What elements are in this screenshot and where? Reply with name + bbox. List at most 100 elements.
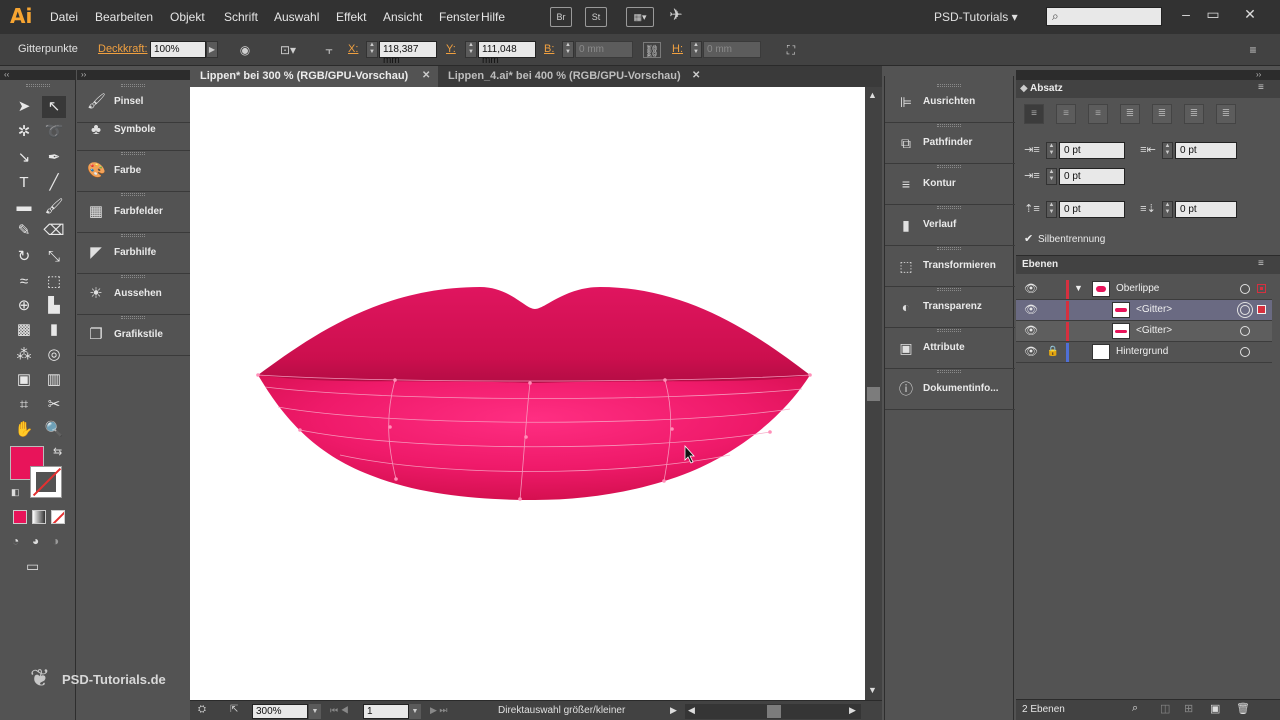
- draw-behind-icon[interactable]: ◕: [32, 534, 39, 548]
- none-mode-button[interactable]: [51, 510, 65, 524]
- layer-row[interactable]: 👁 ▼ Oberlippe: [1016, 279, 1272, 300]
- new-layer-icon[interactable]: ▣: [1210, 702, 1220, 715]
- curvature-tool-icon[interactable]: ↘: [12, 147, 36, 169]
- width-field[interactable]: 0 mm: [575, 41, 633, 58]
- right-indent-stepper[interactable]: ▲ ▼: [1162, 142, 1173, 159]
- y-field[interactable]: 111,048 mm: [478, 41, 536, 66]
- zoom-dropdown-icon[interactable]: ▼: [309, 704, 321, 719]
- opacity-field[interactable]: 100%: [150, 41, 206, 58]
- draw-normal-icon[interactable]: ◔: [12, 534, 19, 548]
- panel-attribute[interactable]: ▣ Attribute: [885, 328, 1015, 369]
- selection-indicator[interactable]: [1257, 284, 1266, 293]
- menu-objekt[interactable]: Objekt: [170, 10, 205, 24]
- close-icon[interactable]: ✕: [422, 70, 430, 81]
- artboard-dropdown-icon[interactable]: ▼: [409, 704, 421, 719]
- space-after-field[interactable]: 0 pt: [1175, 201, 1237, 218]
- screen-mode-icon[interactable]: ▭: [26, 558, 39, 575]
- gradient-tool-icon[interactable]: ▮: [42, 319, 66, 341]
- layer-name[interactable]: Oberlippe: [1116, 283, 1159, 294]
- artboard-field[interactable]: 1: [363, 704, 409, 719]
- menu-effekt[interactable]: Effekt: [336, 10, 366, 24]
- color-mode-button[interactable]: [13, 510, 27, 524]
- panel-farbhilfe[interactable]: ◤ Farbhilfe: [77, 233, 190, 274]
- tab-lippen-4[interactable]: Lippen_4.ai* bei 400 % (RGB/GPU-Vorschau…: [438, 66, 708, 87]
- stroke-color-swatch[interactable]: [30, 466, 62, 498]
- space-after-stepper[interactable]: ▲ ▼: [1162, 201, 1173, 218]
- close-icon[interactable]: ✕: [692, 70, 700, 81]
- line-tool-icon[interactable]: ╱: [42, 172, 66, 194]
- selection-tool-icon[interactable]: ➤: [12, 96, 36, 118]
- tab-ebenen[interactable]: Ebenen: [1022, 259, 1058, 270]
- target-circle-icon[interactable]: [1240, 326, 1250, 336]
- lock-icon[interactable]: 🔒: [1046, 345, 1060, 359]
- menu-bearbeiten[interactable]: Bearbeiten: [95, 10, 153, 24]
- default-colors-icon[interactable]: ◧: [11, 487, 20, 498]
- perspective-grid-tool-icon[interactable]: ▙: [42, 295, 66, 317]
- constrain-proportions-icon[interactable]: ⛓: [643, 42, 661, 58]
- opacity-dropdown-button[interactable]: ▶: [206, 41, 218, 58]
- height-stepper[interactable]: ▲ ▼: [690, 41, 702, 58]
- tools-grip[interactable]: [26, 84, 50, 87]
- right-dock-collapse-bar[interactable]: ››: [1016, 70, 1280, 80]
- free-transform-tool-icon[interactable]: ⬚: [42, 271, 66, 293]
- artboard-tool-icon[interactable]: ⌗: [12, 394, 36, 416]
- first-line-indent-field[interactable]: 0 pt: [1059, 168, 1125, 185]
- slice-tool-icon[interactable]: ✂: [42, 394, 66, 416]
- align-left-icon[interactable]: ≡: [1024, 104, 1044, 124]
- lips-artwork[interactable]: [190, 87, 865, 700]
- visibility-eye-icon[interactable]: 👁: [1024, 303, 1038, 317]
- selection-indicator[interactable]: [1257, 305, 1266, 314]
- scroll-thumb[interactable]: [867, 387, 880, 401]
- locate-object-icon[interactable]: ⌕: [1132, 702, 1138, 715]
- close-icon[interactable]: ✕: [1240, 4, 1260, 24]
- zoom-field[interactable]: 300%: [252, 704, 308, 719]
- align-to-icon[interactable]: ⫟: [320, 42, 338, 58]
- layer-name[interactable]: <Gitter>: [1136, 304, 1172, 315]
- horizontal-scrollbar[interactable]: ◀ ▶: [685, 704, 861, 719]
- rectangle-tool-icon[interactable]: ▬: [12, 196, 36, 218]
- panel-menu-icon[interactable]: ≡: [1258, 258, 1264, 269]
- target-circle-icon[interactable]: [1240, 347, 1250, 357]
- width-label[interactable]: B:: [544, 43, 554, 55]
- symbol-sprayer-tool-icon[interactable]: ▣: [12, 369, 36, 391]
- isolate-icon[interactable]: ⛶: [782, 42, 800, 58]
- lasso-tool-icon[interactable]: ➰: [42, 121, 66, 143]
- workspace-switcher[interactable]: PSD-Tutorials ▾: [934, 10, 1018, 24]
- justify-center-icon[interactable]: ≣: [1152, 104, 1172, 124]
- tab-absatz[interactable]: Absatz: [1030, 83, 1063, 94]
- tools-collapse-bar[interactable]: ‹‹: [0, 70, 76, 80]
- swap-colors-icon[interactable]: ⇆: [53, 445, 62, 458]
- panel-transformieren[interactable]: ⬚ Transformieren: [885, 246, 1015, 287]
- shape-builder-tool-icon[interactable]: ⊕: [12, 295, 36, 317]
- delete-layer-icon[interactable]: 🗑: [1236, 702, 1250, 715]
- maximize-icon[interactable]: ▭: [1203, 4, 1223, 24]
- visibility-eye-icon[interactable]: 👁: [1024, 282, 1038, 296]
- space-before-stepper[interactable]: ▲ ▼: [1046, 201, 1057, 218]
- panel-ausrichten[interactable]: ⊫ Ausrichten: [885, 82, 1015, 123]
- tab-lippen[interactable]: Lippen* bei 300 % (RGB/GPU-Vorschau) ✕: [190, 66, 438, 87]
- eraser-tool-icon[interactable]: ⌫: [42, 220, 66, 242]
- scroll-down-icon[interactable]: ▼: [868, 685, 877, 695]
- panel-menu-icon[interactable]: ≡: [1258, 82, 1264, 93]
- expand-triangle-icon[interactable]: ▼: [1074, 283, 1083, 293]
- visibility-eye-icon[interactable]: 👁: [1024, 345, 1038, 359]
- collapse-icon[interactable]: ◆: [1020, 83, 1028, 94]
- justify-left-icon[interactable]: ≣: [1120, 104, 1140, 124]
- blend-tool-icon[interactable]: ◎: [42, 344, 66, 366]
- scroll-up-icon[interactable]: ▲: [868, 90, 877, 100]
- menu-datei[interactable]: Datei: [50, 10, 78, 24]
- opacity-label[interactable]: Deckkraft:: [98, 43, 148, 55]
- type-tool-icon[interactable]: T: [12, 172, 36, 194]
- x-field[interactable]: 118,387 mm: [379, 41, 437, 66]
- pencil-tool-icon[interactable]: ✎: [12, 220, 36, 242]
- stock-button[interactable]: St: [585, 7, 607, 27]
- layer-row[interactable]: 👁 🔒 Hintergrund: [1016, 342, 1272, 363]
- width-stepper[interactable]: ▲ ▼: [562, 41, 574, 58]
- vertical-scrollbar[interactable]: ▲ ▼: [865, 87, 882, 700]
- right-indent-field[interactable]: 0 pt: [1175, 142, 1237, 159]
- last-artboard-icon[interactable]: ▶ ⏭: [430, 705, 448, 716]
- artboard-canvas[interactable]: [190, 87, 865, 700]
- gradient-mode-button[interactable]: [32, 510, 46, 524]
- target-circle-icon[interactable]: [1240, 305, 1250, 315]
- pen-tool-icon[interactable]: ✒: [42, 147, 66, 169]
